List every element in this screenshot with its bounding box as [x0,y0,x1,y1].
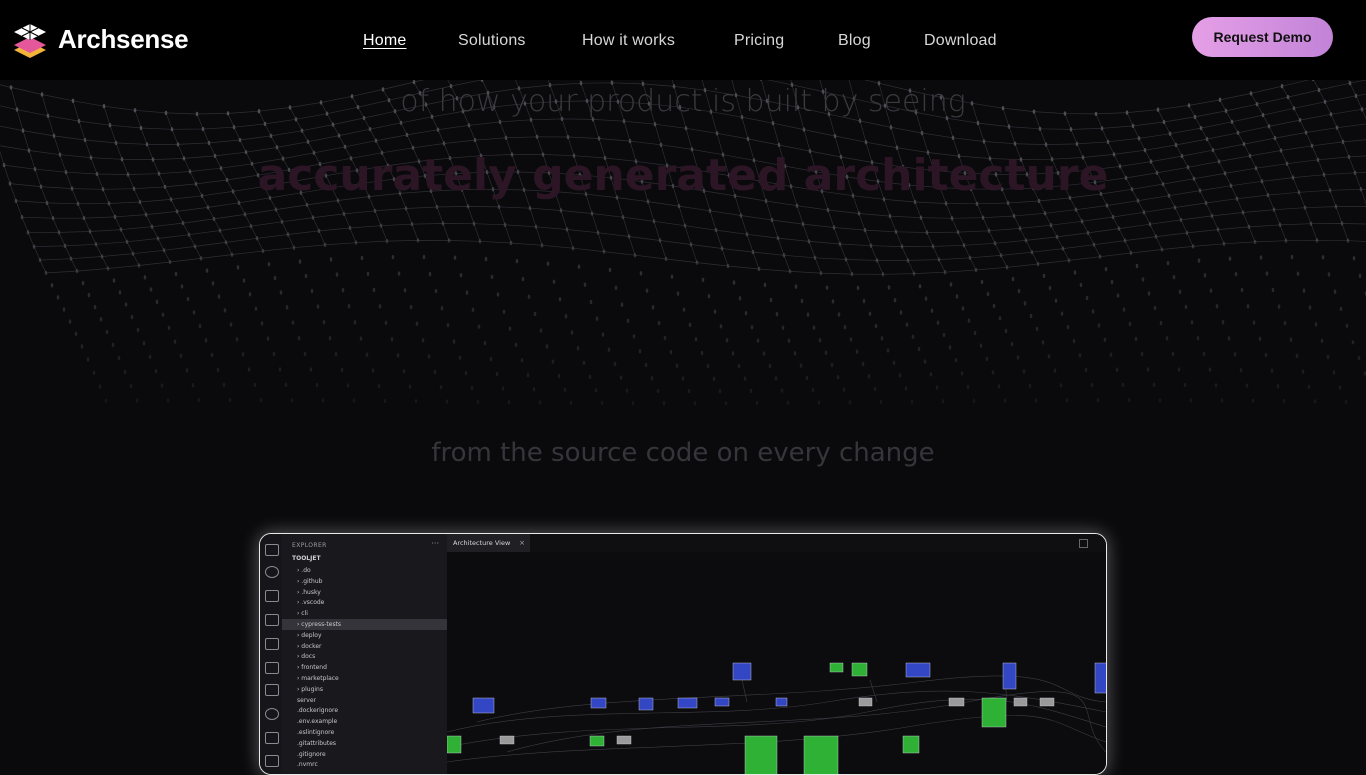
testing-icon [265,684,279,696]
hero-subtitle-bottom: from the source code on every change [0,438,1366,468]
architecture-graph [447,552,1106,774]
architecture-node[interactable] [745,736,777,774]
architecture-node[interactable] [715,698,729,706]
extensions-icon [265,638,279,650]
files-icon [265,544,279,556]
hero-headline: accurately generated architecture [0,150,1366,201]
request-demo-button[interactable]: Request Demo [1192,17,1333,57]
explorer-item[interactable]: .dockerignore [297,705,338,716]
search-icon [265,566,279,578]
split-editor-icon[interactable] [1079,539,1088,548]
architecture-node[interactable] [733,663,751,680]
source-control-icon [265,590,279,602]
ide-tab-bar: Architecture View × [447,534,1106,552]
explorer-item[interactable]: › cli [297,608,308,619]
explorer-item[interactable]: › docker [297,641,322,652]
explorer-item[interactable]: › plugins [297,684,323,695]
architecture-node[interactable] [804,736,838,774]
architecture-node[interactable] [590,736,604,746]
architecture-node[interactable] [473,698,494,713]
architecture-node[interactable] [903,736,919,753]
nav-pricing[interactable]: Pricing [734,32,784,50]
nav-download[interactable]: Download [924,32,997,50]
architecture-node[interactable] [1095,663,1106,693]
ide-explorer-panel: EXPLORER ··· TOOLJET › .do› .github› .hu… [282,534,447,774]
product-screenshot: EXPLORER ··· TOOLJET › .do› .github› .hu… [259,533,1107,775]
architecture-node[interactable] [1014,698,1027,706]
nav-home[interactable]: Home [363,32,406,50]
explorer-item[interactable]: .eslintignore [297,727,334,738]
architecture-node[interactable] [591,698,606,708]
architecture-node[interactable] [1003,663,1016,689]
architecture-node[interactable] [500,736,514,744]
docker-icon [265,755,279,767]
architecture-node[interactable] [1040,698,1054,706]
explorer-item[interactable]: .env.example [297,716,337,727]
github-icon [265,708,279,720]
architecture-node[interactable] [949,698,964,706]
architecture-node[interactable] [617,736,631,744]
nav-how-it-works[interactable]: How it works [582,32,675,50]
tab-architecture-view[interactable]: Architecture View × [447,534,530,552]
architecture-node[interactable] [678,698,697,708]
explorer-title: EXPLORER [292,542,327,549]
database-icon [265,732,279,744]
site-header: Archsense Home Solutions How it works Pr… [0,0,1366,80]
close-icon[interactable]: × [519,534,525,552]
architecture-view-canvas[interactable] [447,552,1106,774]
nav-solutions[interactable]: Solutions [458,32,526,50]
explorer-item[interactable]: server [297,695,316,706]
explorer-item[interactable]: › .do [297,565,311,576]
explorer-item[interactable]: › marketplace [297,673,339,684]
archsense-logo-icon [12,20,48,60]
explorer-item[interactable]: › .github [297,576,322,587]
explorer-item[interactable]: › docs [297,651,315,662]
explorer-item[interactable]: .gitignore [297,749,326,760]
explorer-item[interactable]: › deploy [297,630,322,641]
architecture-node[interactable] [852,663,867,676]
explorer-item[interactable]: › .vscode [297,597,324,608]
hero-subtitle-top: of how your product is built by seeing [0,84,1366,119]
run-debug-icon [265,614,279,626]
architecture-node[interactable] [830,663,843,672]
explorer-item[interactable]: › frontend [297,662,327,673]
architecture-node[interactable] [776,698,787,706]
nav-blog[interactable]: Blog [838,32,871,50]
explorer-item[interactable]: .nvmrc [297,759,318,770]
explorer-item[interactable]: .gitattributes [297,738,336,749]
architecture-node[interactable] [906,663,930,677]
explorer-root-folder[interactable]: TOOLJET [292,555,321,562]
brand-name[interactable]: Archsense [58,24,188,55]
remote-explorer-icon [265,662,279,674]
tab-label: Architecture View [453,539,510,547]
explorer-item[interactable]: › .husky [297,587,321,598]
explorer-item[interactable]: › cypress-tests [282,619,447,630]
explorer-menu-icon[interactable]: ··· [431,539,439,548]
architecture-node[interactable] [859,698,872,706]
ide-activity-bar [260,534,282,774]
architecture-node[interactable] [447,736,461,753]
architecture-node[interactable] [982,698,1006,727]
architecture-node[interactable] [639,698,653,710]
